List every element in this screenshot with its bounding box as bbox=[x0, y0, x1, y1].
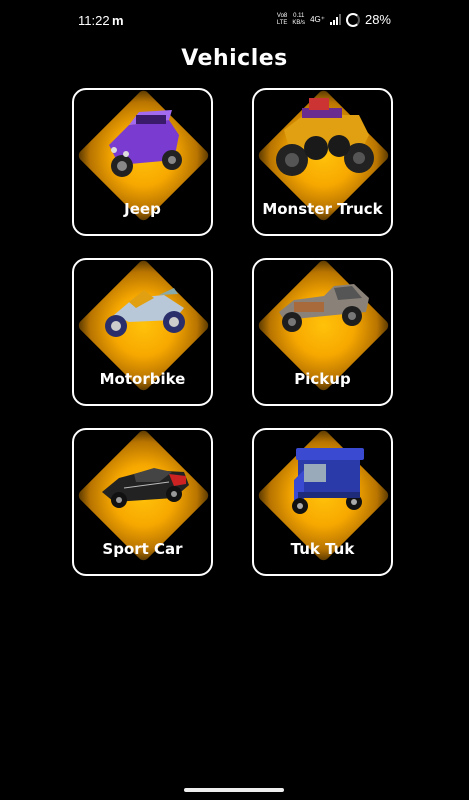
volte-indicator: Vo8 LTE bbox=[277, 13, 288, 27]
tuk-tuk-image bbox=[292, 448, 364, 514]
vehicle-card-monster-truck[interactable]: Monster Truck bbox=[252, 88, 393, 236]
vehicle-label: Jeep bbox=[124, 200, 161, 218]
vehicle-card-jeep[interactable]: Jeep bbox=[72, 88, 213, 236]
vehicle-card-motorbike[interactable]: Motorbike bbox=[72, 258, 213, 406]
vehicle-card-pickup[interactable]: Pickup bbox=[252, 258, 393, 406]
signal-icon bbox=[329, 14, 341, 25]
sport-car-image bbox=[102, 468, 189, 508]
speed-indicator: 0.11 KB/s bbox=[292, 13, 305, 27]
vehicle-label: Monster Truck bbox=[262, 200, 383, 218]
motorbike-image bbox=[105, 288, 185, 337]
vehicle-card-sport-car[interactable]: Sport Car bbox=[72, 428, 213, 576]
jeep-image bbox=[109, 110, 182, 177]
home-indicator[interactable] bbox=[184, 788, 284, 792]
volte-bottom: LTE bbox=[276, 19, 288, 26]
vehicle-card-tuk-tuk[interactable]: Tuk Tuk bbox=[252, 428, 393, 576]
battery-percent: 28% bbox=[364, 12, 391, 27]
speed-value: 0.11 bbox=[293, 12, 305, 19]
status-icons: Vo8 LTE 0.11 KB/s 4G⁺ 28% bbox=[277, 12, 391, 27]
monster-truck-image bbox=[276, 98, 374, 176]
vehicle-label: Sport Car bbox=[102, 540, 183, 558]
status-time: 11:22 bbox=[78, 13, 110, 28]
battery-icon bbox=[345, 12, 360, 27]
vehicle-label: Motorbike bbox=[99, 370, 186, 388]
pickup-image bbox=[279, 284, 369, 332]
vehicle-label: Pickup bbox=[294, 370, 351, 388]
speed-unit: KB/s bbox=[292, 19, 306, 26]
page-title: Vehicles bbox=[181, 46, 288, 71]
carrier-icon: m bbox=[112, 13, 124, 28]
network-type: 4G⁺ bbox=[310, 15, 325, 24]
volte-top: Vo8 bbox=[276, 12, 288, 19]
vehicle-label: Tuk Tuk bbox=[290, 540, 355, 558]
status-bar: 11:22 m Vo8 LTE 0.11 KB/s 4G⁺ 28% bbox=[0, 0, 469, 40]
